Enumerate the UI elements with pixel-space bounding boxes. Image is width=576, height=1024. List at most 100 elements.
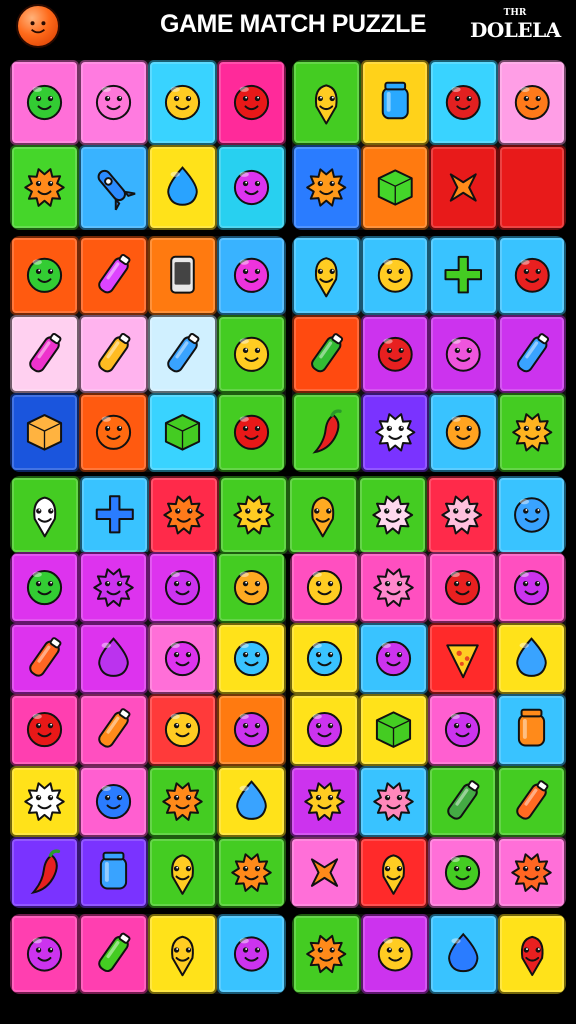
tile-cone-face[interactable] [148,836,217,908]
tile-cone-face[interactable] [292,60,361,145]
tile-blob-face[interactable] [429,314,498,394]
tile-spiky-face[interactable] [10,765,79,837]
blob-face-icon [377,336,413,372]
tile-spiky-face[interactable] [79,552,148,624]
tile-spiky-face[interactable] [359,552,428,624]
tile-blob-face[interactable] [79,393,148,472]
tile-blob-face[interactable] [359,623,428,695]
tile-spiky-face[interactable] [217,836,286,908]
tile-cross[interactable] [429,145,498,230]
tile-blob-face[interactable] [497,552,566,624]
tile-blob-face[interactable] [360,236,429,315]
tile-blob-face[interactable] [217,145,286,230]
tile-blob-face[interactable] [10,236,79,315]
tile-blob-face[interactable] [360,314,429,394]
tile-blob-face[interactable] [428,836,497,908]
tile-drop[interactable] [429,914,498,994]
tile-bottle[interactable] [148,314,217,394]
tile-bottle[interactable] [497,314,566,394]
tile-spiky-face[interactable] [292,145,361,230]
tile-blob-face[interactable] [148,552,217,624]
tile-cone-face[interactable] [292,236,361,315]
tile-blob-face[interactable] [217,393,286,472]
tile-rocket[interactable] [79,145,148,230]
blob-face-icon [444,712,481,748]
tile-bottle[interactable] [79,236,148,315]
tile-blob-face[interactable] [148,694,217,766]
tile-pepper[interactable] [10,836,79,908]
tile-cone-face[interactable] [10,476,80,554]
tile-blob-face[interactable] [148,623,217,695]
tile-spiky-face[interactable] [360,393,429,472]
tile-cone-face[interactable] [288,476,358,554]
tile-drop[interactable] [148,145,217,230]
tile-jar[interactable] [79,836,148,908]
tile-drop[interactable] [79,623,148,695]
tile-blob-face[interactable] [10,914,79,994]
tile-spiky-face[interactable] [292,914,361,994]
tile-phone[interactable] [148,236,217,315]
tile-blob-face[interactable] [217,623,286,695]
tile-spiky-face[interactable] [497,836,566,908]
tile-spiky-face[interactable] [359,765,428,837]
tile-blob-face[interactable] [217,914,286,994]
tile-spiky-face[interactable] [357,476,427,554]
tile-cone-face[interactable] [359,836,428,908]
tile-spiky-face[interactable] [10,145,79,230]
tile-jar[interactable] [497,694,566,766]
tile-blob-face[interactable] [10,552,79,624]
tile-blob-face[interactable] [497,60,566,145]
tile-blob-face[interactable] [496,476,566,554]
tile-cone-face[interactable] [148,914,217,994]
tile-spiky-face[interactable] [290,765,359,837]
tile-bottle[interactable] [10,623,79,695]
tile-cube[interactable] [10,393,79,472]
tile-drop[interactable] [497,623,566,695]
tile-blob-face[interactable] [217,236,286,315]
tile-blob-face[interactable] [217,60,286,145]
tile-blob-face[interactable] [429,393,498,472]
tile-blob-face[interactable] [428,694,497,766]
tile-bottle[interactable] [497,765,566,837]
tile-bottle[interactable] [10,314,79,394]
tile-blob-face[interactable] [79,765,148,837]
tile-blob-face[interactable] [10,694,79,766]
tile-blob-face[interactable] [290,694,359,766]
tile-none[interactable] [497,145,566,230]
tile-plus[interactable] [429,236,498,315]
tile-blob-face[interactable] [290,623,359,695]
tile-pepper[interactable] [292,393,361,472]
tile-spiky-face[interactable] [427,476,497,554]
tile-cube[interactable] [148,393,217,472]
tile-bottle[interactable] [79,914,148,994]
tile-blob-face[interactable] [360,914,429,994]
tile-spiky-face[interactable] [148,765,217,837]
tile-slice[interactable] [428,623,497,695]
blob-face-icon [233,415,270,451]
tile-bottle[interactable] [79,314,148,394]
tile-cube[interactable] [359,694,428,766]
tile-blob-face[interactable] [428,552,497,624]
tile-cube[interactable] [360,145,429,230]
tile-blob-face[interactable] [148,60,217,145]
tile-blob-face[interactable] [497,236,566,315]
tile-drop[interactable] [217,765,286,837]
tile-plus[interactable] [79,476,149,554]
tile-bottle[interactable] [292,314,361,394]
tile-blob-face[interactable] [217,694,286,766]
tile-blob-face[interactable] [217,552,286,624]
tile-bottle[interactable] [428,765,497,837]
tile-blob-face[interactable] [217,314,286,394]
blob-face-icon [445,85,481,120]
tile-cone-face[interactable] [497,914,566,994]
tile-blob-face[interactable] [290,552,359,624]
tile-spiky-face[interactable] [149,476,219,554]
tile-blob-face[interactable] [79,60,148,145]
tile-blob-face[interactable] [10,60,79,145]
tile-spiky-face[interactable] [218,476,288,554]
tile-blob-face[interactable] [429,60,498,145]
tile-cross[interactable] [290,836,359,908]
tile-jar[interactable] [360,60,429,145]
tile-spiky-face[interactable] [497,393,566,472]
tile-bottle[interactable] [79,694,148,766]
